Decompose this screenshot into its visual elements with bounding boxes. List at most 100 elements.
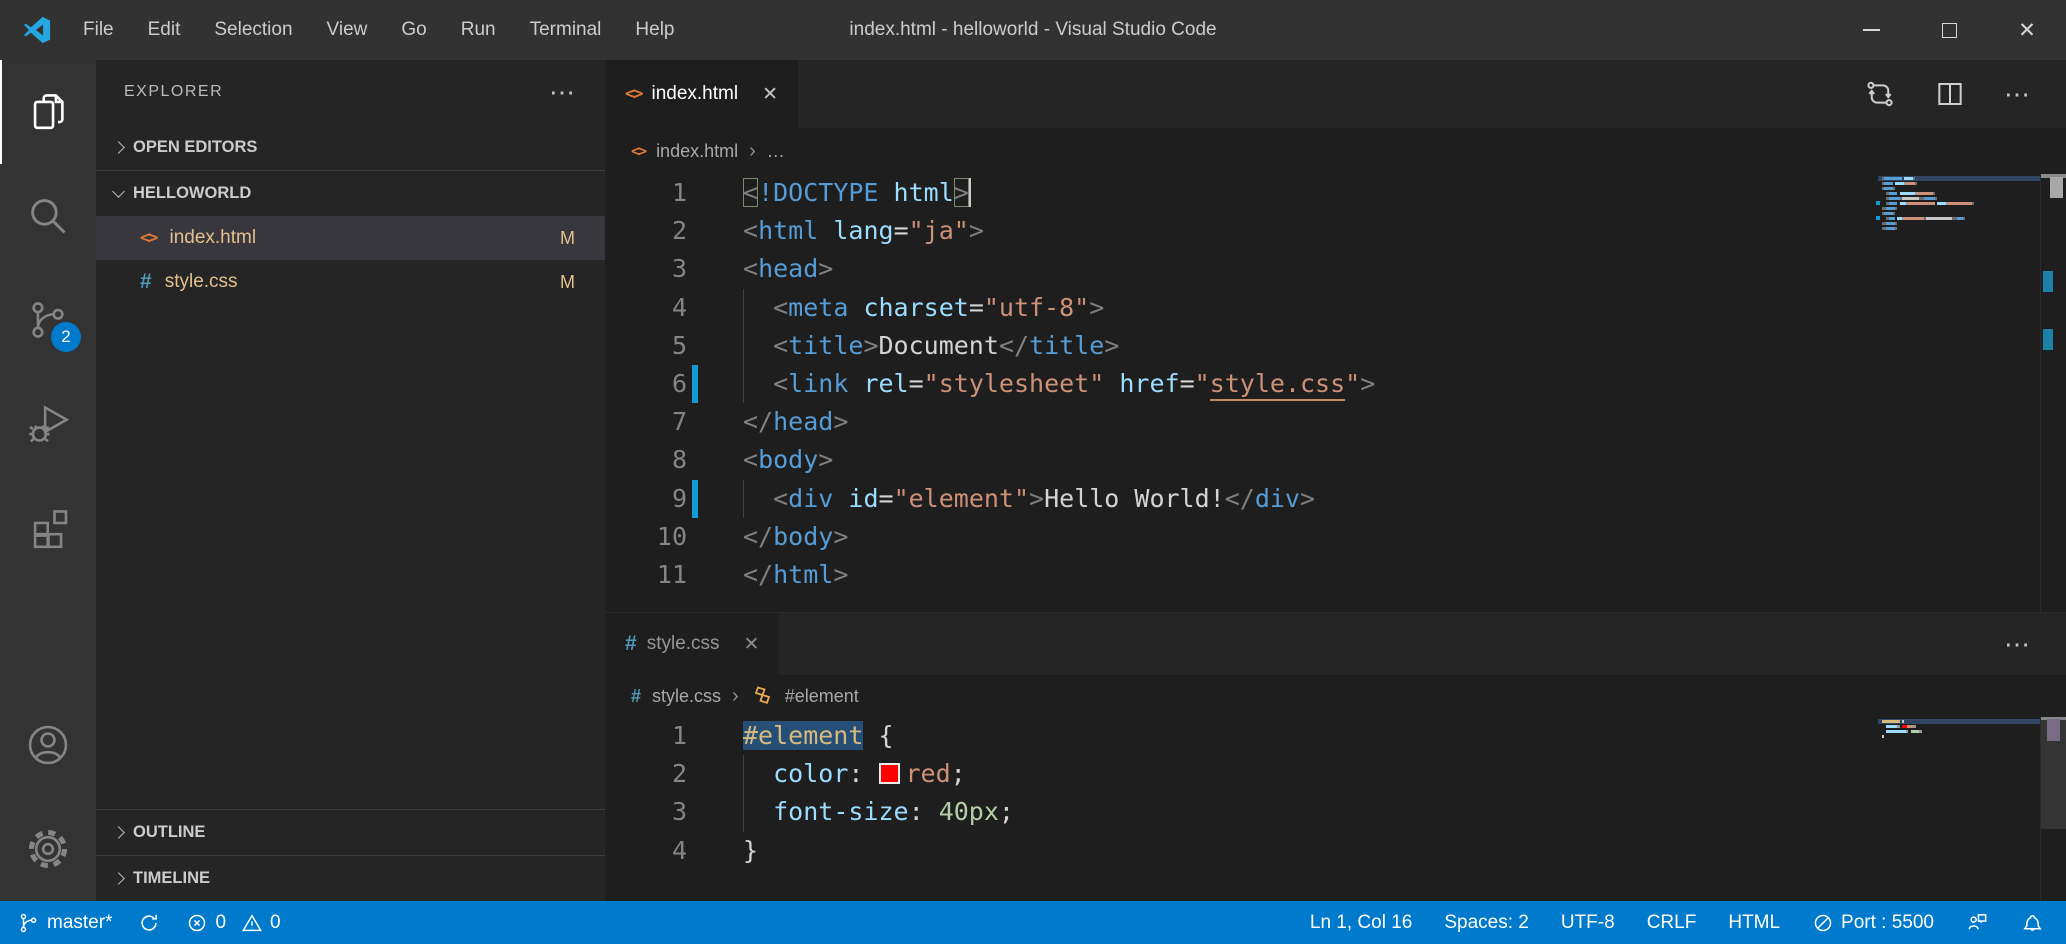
indentation[interactable]: Spaces: 2 [1444, 912, 1529, 934]
more-actions-icon[interactable]: ⋯ [2004, 79, 2032, 110]
files-icon [25, 89, 71, 135]
code-editor-css[interactable]: 1#element {2 color: red;3 font-size: 40p… [605, 717, 1876, 870]
breadcrumb-bottom[interactable]: # style.css › #element [605, 675, 2066, 717]
color-swatch[interactable] [879, 763, 900, 784]
open-editors-label: OPEN EDITORS [133, 138, 257, 157]
tab-close-icon[interactable]: ✕ [762, 83, 778, 106]
line-number: 3 [605, 793, 687, 831]
menu-help[interactable]: Help [618, 19, 691, 41]
breadcrumb-file[interactable]: index.html [656, 141, 738, 162]
scrollbar-thumb[interactable] [2050, 177, 2063, 198]
html-file-icon: <> [625, 84, 641, 104]
open-changes-icon[interactable] [1864, 78, 1896, 110]
html-file-icon: <> [140, 228, 156, 248]
overview-ruler[interactable] [2040, 717, 2066, 901]
encoding[interactable]: UTF-8 [1561, 912, 1615, 934]
activitybar-run-debug[interactable] [0, 372, 96, 476]
menu-file[interactable]: File [66, 19, 131, 41]
activitybar-explorer[interactable] [0, 60, 96, 164]
menu-selection[interactable]: Selection [197, 19, 309, 41]
line-number: 3 [605, 250, 687, 288]
overview-modified-mark [2043, 329, 2053, 350]
tab-close-icon[interactable]: ✕ [744, 633, 760, 656]
breadcrumb-file[interactable]: style.css [652, 686, 721, 707]
code-line-3[interactable]: 3 font-size: 40px; [605, 793, 1876, 831]
menu-edit[interactable]: Edit [131, 19, 198, 41]
minimize-icon [1863, 29, 1880, 31]
maximize-button[interactable] [1910, 0, 1988, 60]
file-row-index.html[interactable]: <>index.htmlM [96, 216, 605, 260]
code-line-9[interactable]: 9 <div id="element">Hello World!</div> [605, 480, 1876, 518]
warnings-icon [241, 912, 263, 934]
text-cursor [969, 178, 972, 207]
breadcrumb-symbol[interactable]: … [767, 141, 785, 162]
explorer-more-actions-icon[interactable]: ⋯ [549, 77, 577, 108]
menu-bar: FileEditSelectionViewGoRunTerminalHelp [66, 0, 692, 60]
folder-label: HELLOWORLD [133, 184, 251, 203]
account-icon [25, 722, 71, 768]
gutter [687, 793, 743, 831]
minimap[interactable] [1878, 176, 2040, 231]
extensions-icon [25, 505, 71, 551]
outline-label: OUTLINE [133, 823, 205, 842]
live-server-port[interactable]: Port : 5500 [1812, 912, 1934, 934]
section-open-editors[interactable]: OPEN EDITORS [96, 124, 605, 170]
section-timeline[interactable]: TIMELINE [96, 855, 605, 901]
activitybar-settings[interactable] [0, 797, 96, 901]
minimap[interactable] [1878, 719, 2040, 739]
code-line-8[interactable]: 8<body> [605, 441, 1876, 479]
section-folder[interactable]: HELLOWORLD [96, 170, 605, 216]
css-file-icon: # [625, 632, 637, 656]
menu-go[interactable]: Go [384, 19, 443, 41]
code-line-10[interactable]: 10</body> [605, 518, 1876, 556]
line-text: <link rel="stylesheet" href="style.css"> [743, 365, 1375, 403]
line-text: <body> [743, 441, 833, 479]
code-line-2[interactable]: 2<html lang="ja"> [605, 212, 1876, 250]
code-line-7[interactable]: 7</head> [605, 403, 1876, 441]
code-line-4[interactable]: 4 <meta charset="utf-8"> [605, 289, 1876, 327]
git-branch-icon [18, 912, 40, 934]
code-editor-html[interactable]: 1<!DOCTYPE html>2<html lang="ja">3<head>… [605, 174, 1876, 594]
tab-index-html[interactable]: <> index.html ✕ [605, 60, 798, 128]
chevron-right-icon [112, 141, 125, 154]
menu-terminal[interactable]: Terminal [513, 19, 619, 41]
cursor-position[interactable]: Ln 1, Col 16 [1310, 912, 1412, 934]
gutter [687, 212, 743, 250]
problems-item[interactable]: 0 0 [186, 912, 280, 934]
code-line-3[interactable]: 3<head> [605, 250, 1876, 288]
code-line-4[interactable]: 4} [605, 832, 1876, 870]
css-file-icon: # [140, 270, 152, 294]
split-editor-icon[interactable] [1934, 78, 1966, 110]
menu-run[interactable]: Run [444, 19, 513, 41]
section-outline[interactable]: OUTLINE [96, 809, 605, 855]
breadcrumb-symbol[interactable]: #element [785, 686, 859, 707]
code-line-1[interactable]: 1#element { [605, 717, 1876, 755]
code-line-2[interactable]: 2 color: red; [605, 755, 1876, 793]
code-line-5[interactable]: 5 <title>Document</title> [605, 327, 1876, 365]
circle-slash-icon [1812, 912, 1834, 934]
activitybar-search[interactable] [0, 164, 96, 268]
minimap-line [1878, 226, 2040, 231]
feedback-item[interactable] [1966, 911, 1989, 934]
activitybar-account[interactable] [0, 693, 96, 797]
overview-ruler[interactable] [2040, 174, 2066, 612]
notifications-item[interactable] [2021, 911, 2044, 934]
sync-item[interactable] [138, 912, 160, 934]
minimize-button[interactable] [1832, 0, 1910, 60]
gutter [687, 403, 743, 441]
activitybar-source-control[interactable]: 2 [0, 268, 96, 372]
breadcrumb-top[interactable]: <> index.html › … [605, 128, 2066, 174]
tab-style-css[interactable]: # style.css ✕ [605, 613, 779, 675]
code-line-1[interactable]: 1<!DOCTYPE html> [605, 174, 1876, 212]
file-row-style.css[interactable]: #style.cssM [96, 260, 605, 304]
menu-view[interactable]: View [310, 19, 385, 41]
eol-sequence[interactable]: CRLF [1647, 912, 1697, 934]
git-branch-item[interactable]: master* [18, 912, 112, 934]
code-line-6[interactable]: 6 <link rel="stylesheet" href="style.css… [605, 365, 1876, 403]
overview-modified-mark [2043, 271, 2053, 292]
code-line-11[interactable]: 11</html> [605, 556, 1876, 594]
activitybar-extensions[interactable] [0, 476, 96, 580]
language-mode[interactable]: HTML [1728, 912, 1780, 934]
close-button[interactable]: ✕ [1988, 0, 2066, 60]
more-actions-icon[interactable]: ⋯ [2004, 629, 2032, 660]
